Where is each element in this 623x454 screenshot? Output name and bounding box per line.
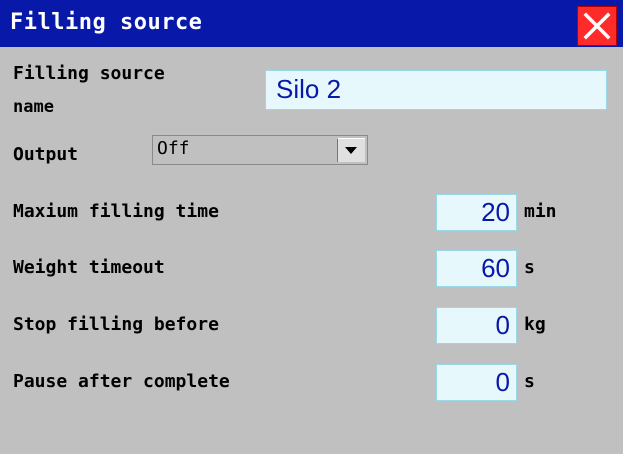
dialog-title: Filling source [10, 10, 203, 35]
stop-filling-before-unit: kg [524, 314, 546, 335]
source-name-label-line2: name [13, 97, 54, 117]
max-filling-time-unit: min [524, 201, 557, 222]
pause-after-complete-unit: s [524, 371, 535, 392]
pause-after-complete-field[interactable]: 0 [436, 364, 517, 401]
close-icon [583, 12, 611, 40]
weight-timeout-field[interactable]: 60 [436, 250, 517, 287]
stop-filling-before-label: Stop filling before [13, 314, 219, 335]
dropdown-arrow-button[interactable] [337, 138, 365, 162]
triangle-down-icon [345, 147, 357, 154]
output-select[interactable]: Off [152, 135, 368, 165]
source-name-field[interactable]: Silo 2 [265, 70, 607, 110]
title-bar: Filling source [0, 0, 623, 47]
output-selected-value: Off [157, 138, 190, 159]
weight-timeout-unit: s [524, 257, 535, 278]
filling-source-dialog: Filling source Filling source name Silo … [0, 0, 623, 454]
output-label: Output [13, 144, 79, 165]
pause-after-complete-label: Pause after complete [13, 371, 230, 392]
stop-filling-before-field[interactable]: 0 [436, 307, 517, 344]
max-filling-time-label: Maxium filling time [13, 201, 219, 222]
weight-timeout-label: Weight timeout [13, 257, 165, 278]
source-name-label-line1: Filling source [13, 63, 165, 84]
close-button[interactable] [577, 6, 617, 46]
max-filling-time-field[interactable]: 20 [436, 194, 517, 231]
